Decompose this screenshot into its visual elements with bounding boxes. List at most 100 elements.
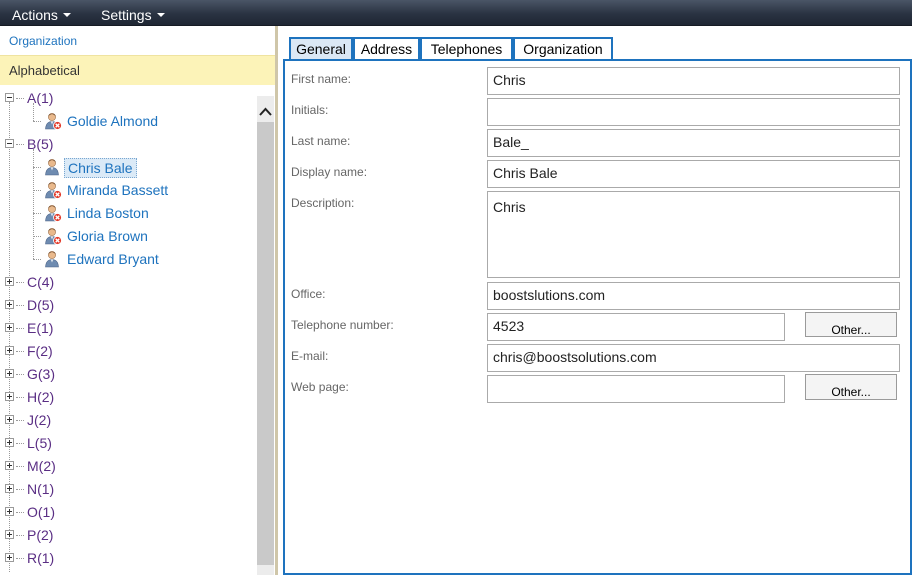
collapse-icon[interactable]	[5, 139, 14, 148]
display-name-label: Display name:	[291, 165, 368, 179]
description-textarea[interactable]: Chris	[487, 191, 900, 278]
tree-connector	[16, 512, 24, 513]
settings-menu[interactable]: Settings	[101, 0, 165, 26]
alphabetical-view-header[interactable]: Alphabetical	[0, 55, 276, 85]
office-field[interactable]: boostslutions.com	[487, 282, 900, 310]
tab-general[interactable]: General	[289, 37, 353, 59]
tree-group-node[interactable]: M(2)	[0, 455, 257, 477]
tree-connector	[16, 466, 24, 467]
tree-person-label[interactable]: Goldie Almond	[64, 110, 161, 132]
scroll-up-button[interactable]	[257, 96, 274, 122]
tree-person-label[interactable]: Linda Boston	[64, 202, 152, 224]
tree-group-label[interactable]: B(5)	[27, 133, 53, 155]
tree-group-label[interactable]: M(2)	[27, 455, 56, 477]
display-name-field[interactable]: Chris Bale	[487, 160, 900, 188]
tree-group-label[interactable]: E(1)	[27, 317, 53, 339]
tree-group-label[interactable]: G(3)	[27, 363, 55, 385]
people-tree: A(1) Goldie Almond B(5) Chris Bale Miranda B…	[0, 86, 257, 575]
telephone-field[interactable]: 4523	[487, 313, 785, 341]
tree-group-node[interactable]: L(5)	[0, 432, 257, 454]
expand-icon[interactable]	[5, 392, 14, 401]
email-field[interactable]: chris@boostsolutions.com	[487, 344, 900, 372]
tree-connector	[33, 236, 41, 237]
tree-group-node[interactable]: H(2)	[0, 386, 257, 408]
last-name-field[interactable]: Bale_	[487, 129, 900, 157]
user-disabled-icon	[44, 112, 62, 130]
tree-group-label[interactable]: N(1)	[27, 478, 54, 500]
expand-icon[interactable]	[5, 369, 14, 378]
user-icon	[44, 158, 62, 176]
tab-telephones[interactable]: Telephones	[420, 37, 513, 59]
tree-connector	[16, 282, 24, 283]
expand-icon[interactable]	[5, 300, 14, 309]
initials-field[interactable]	[487, 98, 900, 126]
webpage-field[interactable]	[487, 375, 785, 403]
expand-icon[interactable]	[5, 530, 14, 539]
tree-group-label[interactable]: J(2)	[27, 409, 51, 431]
tree-scrollbar[interactable]	[257, 96, 274, 575]
tree-person-node[interactable]: Chris Bale	[0, 156, 257, 178]
tree-group-node[interactable]: F(2)	[0, 340, 257, 362]
tree-group-node[interactable]: A(1)	[0, 87, 257, 109]
tree-group-label[interactable]: A(1)	[27, 87, 53, 109]
tree-group-node[interactable]: G(3)	[0, 363, 257, 385]
tree-group-node[interactable]: J(2)	[0, 409, 257, 431]
tree-person-label[interactable]: Chris Bale	[64, 158, 137, 178]
tree-group-node[interactable]: B(5)	[0, 133, 257, 155]
first-name-field[interactable]: Chris	[487, 67, 900, 95]
tree-connector	[33, 190, 41, 191]
tree-group-node[interactable]: N(1)	[0, 478, 257, 500]
telephone-other-button[interactable]: Other...	[805, 312, 897, 337]
tab-organization[interactable]: Organization	[513, 37, 613, 59]
tree-connector	[33, 103, 34, 121]
tree-group-label[interactable]: P(2)	[27, 524, 53, 546]
tree-connector	[16, 397, 24, 398]
expand-icon[interactable]	[5, 484, 14, 493]
tree-connector	[16, 144, 24, 145]
tree-person-node[interactable]: Gloria Brown	[0, 225, 257, 247]
tree-group-label[interactable]: L(5)	[27, 432, 52, 454]
tree-connector	[16, 98, 24, 99]
tree-person-label[interactable]: Edward Bryant	[64, 248, 162, 270]
expand-icon[interactable]	[5, 346, 14, 355]
expand-icon[interactable]	[5, 438, 14, 447]
actions-menu[interactable]: Actions	[12, 0, 71, 26]
tree-group-node[interactable]: P(2)	[0, 524, 257, 546]
tree-person-label[interactable]: Miranda Bassett	[64, 179, 171, 201]
tree-group-node[interactable]: E(1)	[0, 317, 257, 339]
expand-icon[interactable]	[5, 461, 14, 470]
tree-person-label[interactable]: Gloria Brown	[64, 225, 151, 247]
panel-splitter[interactable]	[275, 26, 278, 575]
tree-group-label[interactable]: R(1)	[27, 547, 54, 569]
tree-connector	[16, 535, 24, 536]
tree-connector	[16, 351, 24, 352]
collapse-icon[interactable]	[5, 93, 14, 102]
tree-group-label[interactable]: O(1)	[27, 501, 55, 523]
tree-group-label[interactable]: C(4)	[27, 271, 54, 293]
tree-connector	[16, 328, 24, 329]
tree-person-node[interactable]: Miranda Bassett	[0, 179, 257, 201]
tree-connector	[33, 259, 41, 260]
expand-icon[interactable]	[5, 507, 14, 516]
scroll-thumb[interactable]	[257, 122, 274, 565]
tree-group-label[interactable]: F(2)	[27, 340, 53, 362]
tree-group-label[interactable]: D(5)	[27, 294, 54, 316]
expand-icon[interactable]	[5, 277, 14, 286]
tree-group-node[interactable]: O(1)	[0, 501, 257, 523]
scroll-down-button[interactable]	[257, 565, 274, 575]
tree-connector	[16, 305, 24, 306]
expand-icon[interactable]	[5, 323, 14, 332]
webpage-other-button[interactable]: Other...	[805, 374, 897, 400]
tree-connector	[16, 489, 24, 490]
tree-person-node[interactable]: Edward Bryant	[0, 248, 257, 270]
tab-address[interactable]: Address	[353, 37, 420, 59]
expand-icon[interactable]	[5, 415, 14, 424]
tree-group-label[interactable]: H(2)	[27, 386, 54, 408]
tree-group-node[interactable]: C(4)	[0, 271, 257, 293]
tree-person-node[interactable]: Goldie Almond	[0, 110, 257, 132]
organization-view-link[interactable]: Organization	[9, 34, 77, 48]
tree-group-node[interactable]: D(5)	[0, 294, 257, 316]
tree-person-node[interactable]: Linda Boston	[0, 202, 257, 224]
expand-icon[interactable]	[5, 553, 14, 562]
tree-group-node[interactable]: R(1)	[0, 547, 257, 569]
